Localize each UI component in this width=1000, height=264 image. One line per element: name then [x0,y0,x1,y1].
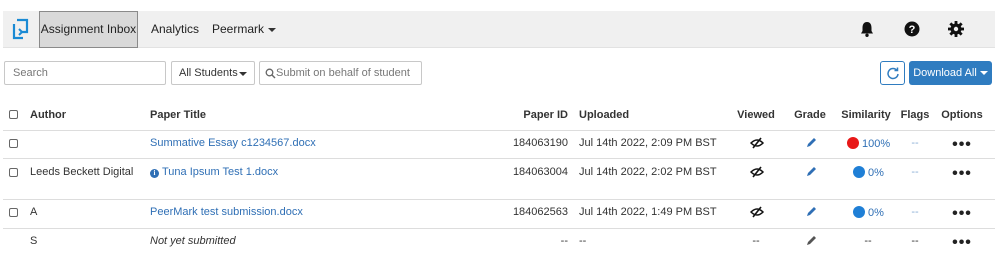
more-options-icon[interactable]: ••• [952,137,972,153]
divider [3,158,995,159]
submit-on-behalf-input[interactable] [276,64,416,82]
divider [3,228,995,229]
chevron-down-icon [239,72,247,76]
row-checkbox[interactable] [9,208,18,217]
flags-value: -- [911,235,919,247]
flags-value: -- [911,206,919,218]
eye-slash-icon [750,206,764,218]
uploaded-date: Jul 14th 2022, 1:49 PM BST [579,206,717,218]
column-header-author[interactable]: Author [30,109,66,121]
viewed-value: -- [752,235,760,247]
download-all-label: Download All [913,67,977,79]
similarity-score[interactable]: 0% [853,166,884,179]
chevron-down-icon [979,71,988,76]
column-header-grade[interactable]: Grade [790,109,830,121]
similarity-value: 0% [868,167,884,179]
paper-title-text: Tuna Ipsum Test 1.docx [162,166,279,178]
tab-analytics[interactable]: Analytics [142,11,208,48]
turnitin-logo[interactable] [11,18,31,40]
more-options-icon[interactable]: ••• [952,166,972,182]
author-name: S [30,235,38,247]
flags-value: -- [911,166,919,178]
similarity-dot [847,137,859,149]
refresh-icon [887,67,899,80]
more-options-icon[interactable]: ••• [952,235,972,251]
author-name: Leeds Beckett Digital [30,166,134,178]
select-all-checkbox[interactable] [9,110,18,119]
submit-on-behalf-field[interactable] [259,61,422,85]
similarity-dot [853,166,865,178]
paper-id: 184062563 [512,206,568,218]
refresh-button[interactable] [880,61,905,85]
student-filter-select[interactable]: All Students [171,61,255,85]
paper-title-link[interactable]: PeerMark test submission.docx [150,206,303,218]
paper-id: 184063004 [512,166,568,178]
paper-id: -- [560,235,568,247]
student-filter-value: All Students [179,67,238,79]
uploaded-date: -- [579,235,587,247]
column-header-similarity[interactable]: Similarity [838,109,894,121]
gear-icon[interactable] [947,20,965,38]
paper-id: 184063190 [512,137,568,149]
search-input[interactable] [4,61,166,85]
pencil-icon[interactable] [804,235,818,247]
uploaded-date: Jul 14th 2022, 2:09 PM BST [579,137,717,149]
divider [3,199,995,200]
paper-title-link[interactable]: Summative Essay c1234567.docx [150,137,316,149]
column-header-viewed[interactable]: Viewed [730,109,782,121]
pencil-icon[interactable] [804,137,818,149]
uploaded-date: Jul 14th 2022, 2:02 PM BST [579,166,717,178]
column-header-uploaded[interactable]: Uploaded [579,109,629,121]
divider [3,130,995,131]
tab-peermark-label: Peermark [212,22,265,36]
tab-peermark[interactable]: Peermark [203,11,285,48]
row-checkbox[interactable] [9,168,18,177]
paper-title-status: Not yet submitted [150,235,236,247]
pencil-icon[interactable] [804,166,818,178]
similarity-value: -- [864,235,872,247]
eye-slash-icon [750,137,764,149]
help-icon[interactable]: ? [903,20,921,38]
similarity-value: 0% [868,207,884,219]
similarity-score[interactable]: 100% [847,137,890,150]
tab-assignment-inbox[interactable]: Assignment Inbox [39,11,138,48]
bell-icon[interactable] [858,20,876,38]
paper-title-link[interactable]: i Tuna Ipsum Test 1.docx [150,166,278,178]
pencil-icon[interactable] [804,206,818,218]
top-nav: Assignment Inbox Analytics Peermark ? [3,11,995,48]
column-header-title[interactable]: Paper Title [150,109,206,121]
similarity-dot [853,206,865,218]
flags-value: -- [911,137,919,149]
search-icon [265,68,276,79]
similarity-score[interactable]: 0% [853,206,884,219]
eye-slash-icon [750,166,764,178]
author-name: A [30,206,38,218]
column-header-paper-id[interactable]: Paper ID [508,109,568,121]
similarity-value: 100% [862,138,891,150]
chevron-down-icon [268,27,277,32]
row-checkbox[interactable] [9,139,18,148]
info-icon[interactable]: i [150,169,159,178]
more-options-icon[interactable]: ••• [952,206,972,222]
column-header-flags[interactable]: Flags [897,109,933,121]
download-all-button[interactable]: Download All [909,61,992,85]
column-header-options: Options [941,109,983,121]
svg-text:?: ? [909,24,916,36]
